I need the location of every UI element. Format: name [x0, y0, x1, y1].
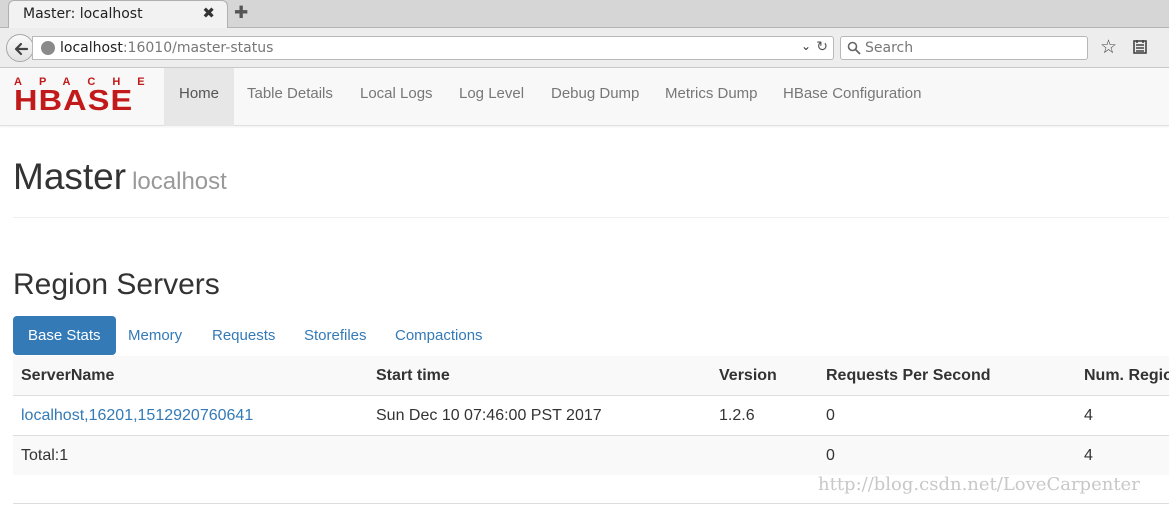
bookmarks-menu-icon[interactable] [1132, 39, 1148, 55]
page-header: Master localhost [13, 152, 1169, 218]
nav-debug-dump[interactable]: Debug Dump [536, 68, 654, 126]
server-name-link[interactable]: localhost,16201,1512920760641 [21, 407, 253, 425]
column-header[interactable]: Num. Regions [1084, 367, 1169, 385]
num-regions-cell: 4 [1084, 407, 1093, 424]
tab-memory[interactable]: Memory [128, 316, 182, 355]
table-header-row: ServerName Start time Version Requests P… [13, 356, 1169, 396]
hbase-navbar: APACHE HBASE Home Table Details Local Lo… [0, 68, 1169, 126]
url-text[interactable]: localhost:16010/master-status [60, 40, 273, 56]
search-placeholder: Search [865, 40, 914, 56]
column-header[interactable]: Requests Per Second [826, 367, 991, 385]
nav-log-level[interactable]: Log Level [444, 68, 539, 126]
column-header[interactable]: Start time [376, 367, 450, 385]
bookmark-star-icon[interactable]: ☆ [1100, 36, 1117, 59]
search-icon [847, 41, 861, 55]
address-bar[interactable]: localhost:16010/master-status ⌄ ↻ [32, 36, 834, 60]
logo-hbase-text: HBASE [14, 85, 134, 117]
browser-tab-strip: Master: localhost ✖ ✚ [0, 0, 1169, 28]
column-header[interactable]: ServerName [21, 367, 114, 385]
nav-metrics-dump[interactable]: Metrics Dump [650, 68, 773, 126]
page-title-main: Master [13, 156, 127, 197]
tab-base-stats[interactable]: Base Stats [13, 316, 116, 355]
table-total-row: Total:1 0 4 [13, 435, 1169, 475]
url-path: :16010/master-status [122, 40, 274, 56]
table-bottom-divider [13, 503, 1169, 504]
tab-storefiles[interactable]: Storefiles [304, 316, 367, 355]
version-cell: 1.2.6 [719, 407, 755, 424]
back-arrow-icon [14, 42, 29, 56]
requests-per-second-cell: 0 [826, 407, 835, 424]
back-button[interactable] [6, 34, 34, 62]
nav-home[interactable]: Home [164, 68, 235, 126]
reload-icon[interactable]: ↻ [816, 38, 828, 55]
tab-compactions[interactable]: Compactions [395, 316, 483, 355]
new-tab-icon[interactable]: ✚ [234, 3, 248, 23]
start-time-cell: Sun Dec 10 07:46:00 PST 2017 [376, 407, 602, 424]
page-title: Master localhost [13, 152, 1169, 207]
tab-title: Master: localhost [23, 6, 143, 22]
total-requests-cell: 0 [826, 447, 835, 464]
nav-hbase-configuration[interactable]: HBase Configuration [768, 68, 936, 126]
watermark: http://blog.csdn.net/LoveCarpenter [818, 474, 1140, 495]
tab-requests[interactable]: Requests [212, 316, 275, 355]
chevron-down-icon[interactable]: ⌄ [801, 39, 811, 53]
url-host: localhost [60, 40, 123, 56]
column-header[interactable]: Version [719, 367, 777, 385]
close-tab-icon[interactable]: ✖ [202, 4, 215, 22]
search-bar[interactable]: Search [840, 36, 1088, 60]
browser-toolbar: localhost:16010/master-status ⌄ ↻ Search… [0, 28, 1169, 68]
total-label: Total:1 [21, 447, 69, 464]
total-regions-cell: 4 [1084, 447, 1093, 464]
nav-table-details[interactable]: Table Details [232, 68, 348, 126]
nav-local-logs[interactable]: Local Logs [345, 68, 448, 126]
page-subtitle: localhost [132, 168, 227, 195]
site-info-icon[interactable] [41, 41, 55, 55]
hbase-logo[interactable]: APACHE HBASE [14, 76, 154, 116]
browser-tab[interactable]: Master: localhost ✖ [8, 0, 228, 28]
table-row: localhost,16201,1512920760641 Sun Dec 10… [13, 395, 1169, 435]
region-servers-heading: Region Servers [13, 268, 220, 301]
